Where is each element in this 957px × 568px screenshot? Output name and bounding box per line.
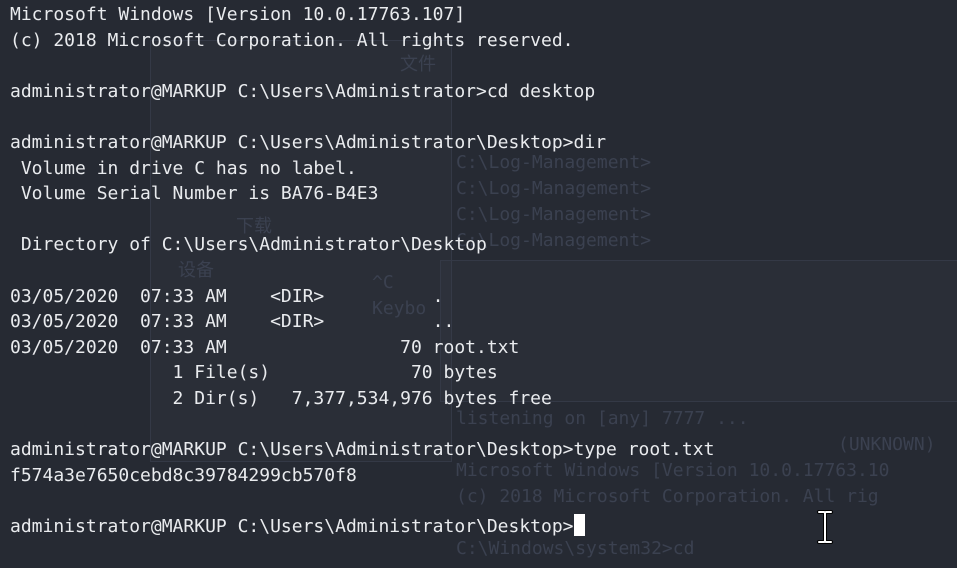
terminal-line: 03/05/2020 07:33 AM <DIR> .. (10, 311, 455, 333)
terminal-line: Microsoft Windows [Version 10.0.17763.10… (10, 4, 466, 25)
terminal-line: (c) 2018 Microsoft Corporation. All righ… (10, 29, 574, 51)
terminal-line: administrator@MARKUP C:\Users\Administra… (10, 439, 715, 461)
background-ghost-text: C:\Windows\system32>cd (456, 538, 695, 559)
background-ghost-text: (UNKNOWN) (838, 434, 936, 455)
terminal-window[interactable]: 文件 C:\Log-Management> C:\Log-Management>… (0, 0, 957, 568)
ibeam-cursor-icon (817, 510, 833, 544)
terminal-prompt: administrator@MARKUP C:\Users\Administra… (10, 515, 574, 537)
terminal-line: 03/05/2020 07:33 AM <DIR> . (10, 285, 444, 307)
terminal-line: administrator@MARKUP C:\Users\Administra… (10, 80, 596, 102)
terminal-output[interactable]: Microsoft Windows [Version 10.0.17763.10… (10, 2, 714, 539)
terminal-line: 1 File(s) 70 bytes (10, 362, 498, 384)
terminal-line: Volume in drive C has no label. (10, 157, 357, 179)
terminal-line: f574a3e7650cebd8c39784299cb570f8 (10, 464, 357, 486)
terminal-line: administrator@MARKUP C:\Users\Administra… (10, 131, 607, 153)
terminal-line: 03/05/2020 07:33 AM 70 root.txt (10, 336, 520, 358)
terminal-line: Directory of C:\Users\Administrator\Desk… (10, 234, 487, 256)
terminal-line: Volume Serial Number is BA76-B4E3 (10, 183, 379, 205)
terminal-prompt-line[interactable]: administrator@MARKUP C:\Users\Administra… (10, 513, 714, 540)
terminal-line: 2 Dir(s) 7,377,534,976 bytes free (10, 387, 552, 409)
block-cursor (573, 513, 585, 536)
